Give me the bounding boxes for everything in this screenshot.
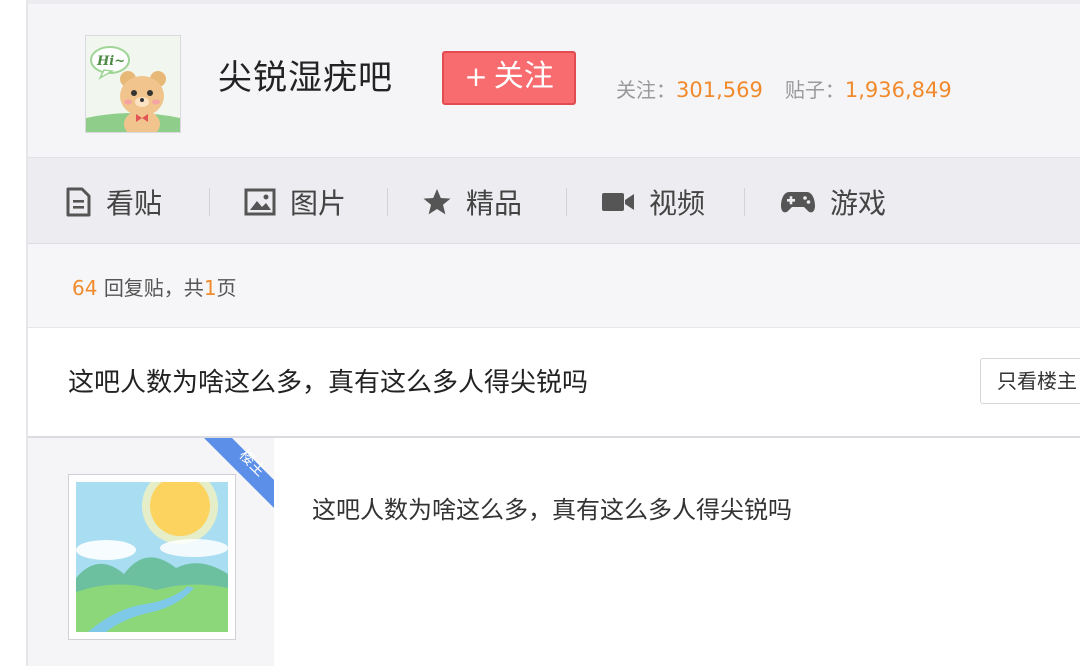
- nav-label: 游戏: [830, 187, 887, 220]
- gamepad-icon: [780, 189, 816, 215]
- post: 楼主 这吧人数为啥这么多，真有这么多人得尖锐吗: [28, 438, 1080, 666]
- nav-label: 视频: [649, 187, 706, 220]
- tieba-thread-page: Hi~ 尖锐湿疣吧 + 关注 关注：301,569 贴子：1,936,849 看…: [0, 0, 1080, 666]
- followers-label: 关注：: [616, 78, 676, 102]
- forum-avatar[interactable]: Hi~: [85, 35, 181, 133]
- nav-item-featured[interactable]: 精品: [422, 182, 522, 222]
- nav-item-pictures[interactable]: 图片: [244, 182, 346, 222]
- picture-icon: [244, 188, 276, 216]
- only-op-button[interactable]: 只看楼主: [980, 358, 1080, 404]
- forum-stats: 关注：301,569 贴子：1,936,849: [616, 74, 952, 103]
- landscape-avatar-icon: [76, 468, 228, 632]
- video-camera-icon: [601, 190, 635, 214]
- nav-divider: [744, 188, 745, 216]
- page-count-suffix: 页: [216, 276, 237, 300]
- star-icon: [422, 187, 452, 217]
- reply-summary: 64 回复贴，共1页: [28, 244, 1080, 328]
- forum-name[interactable]: 尖锐湿疣吧: [218, 54, 393, 102]
- follow-button[interactable]: + 关注: [442, 51, 576, 105]
- reply-count-suffix: 回复贴，共: [103, 276, 204, 300]
- plus-icon: +: [464, 60, 488, 93]
- nav-item-games[interactable]: 游戏: [780, 182, 886, 222]
- nav-label: 看贴: [106, 187, 163, 220]
- follow-label: 关注: [493, 59, 554, 94]
- left-gutter: [0, 0, 26, 666]
- thread-header: 这吧人数为啥这么多，真有这么多人得尖锐吗 只看楼主: [28, 328, 1080, 438]
- author-column: 楼主: [28, 438, 274, 666]
- posts-label: 贴子：: [784, 78, 845, 102]
- post-content: 这吧人数为啥这么多，真有这么多人得尖锐吗: [312, 496, 792, 524]
- nav-divider: [566, 188, 567, 216]
- nav-divider: [209, 188, 210, 216]
- author-avatar[interactable]: [68, 468, 236, 640]
- thread-title: 这吧人数为啥这么多，真有这么多人得尖锐吗: [68, 368, 589, 398]
- nav-label: 精品: [466, 187, 523, 220]
- nav-item-posts[interactable]: 看贴: [64, 182, 162, 222]
- content-frame: Hi~ 尖锐湿疣吧 + 关注 关注：301,569 贴子：1,936,849 看…: [26, 0, 1080, 666]
- reply-count: 64: [72, 276, 98, 300]
- document-icon: [64, 187, 92, 217]
- reply-summary-text: 64 回复贴，共1页: [72, 272, 237, 301]
- nav-item-videos[interactable]: 视频: [601, 182, 705, 222]
- forum-header: Hi~ 尖锐湿疣吧 + 关注 关注：301,569 贴子：1,936,849: [28, 0, 1080, 158]
- page-count: 1: [203, 276, 217, 300]
- forum-nav: 看贴 图片 精品 视频 游戏: [28, 158, 1080, 244]
- nav-label: 图片: [290, 187, 347, 220]
- followers-count: 301,569: [676, 78, 763, 102]
- bear-avatar-icon: Hi~: [86, 36, 180, 132]
- avatar-badge-text: Hi~: [96, 54, 125, 69]
- posts-count: 1,936,849: [844, 78, 952, 102]
- nav-divider: [387, 188, 388, 216]
